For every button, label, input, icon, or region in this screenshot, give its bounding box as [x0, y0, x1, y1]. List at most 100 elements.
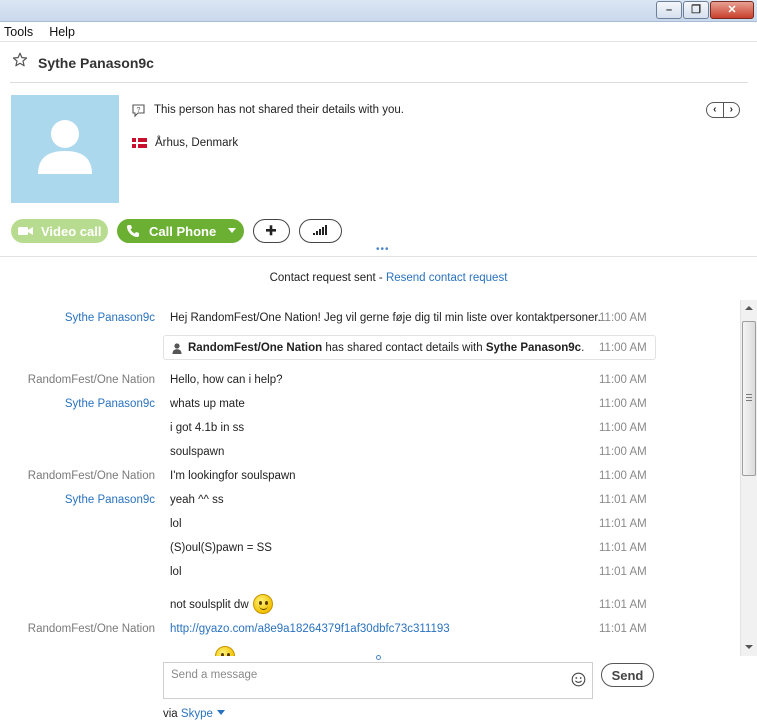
message-body: soulspawn	[170, 446, 225, 458]
section-divider	[0, 256, 757, 257]
request-status-text: Contact request sent -	[269, 272, 386, 284]
close-button[interactable]: ✕	[710, 1, 754, 19]
chevron-down-icon[interactable]	[228, 228, 236, 233]
message-input[interactable]	[171, 669, 561, 681]
header-divider	[10, 82, 748, 83]
profile-navigation: ‹ ›	[706, 102, 740, 118]
message-body: Hej RandomFest/One Nation! Jeg vil gerne…	[170, 312, 601, 324]
message-text: i got 4.1b in ss	[170, 422, 244, 434]
shared-end: .	[581, 342, 585, 354]
emoticon-picker-icon[interactable]	[571, 672, 586, 687]
new-messages-indicator	[376, 655, 381, 660]
message-body: yeah ^^ ss	[170, 494, 224, 506]
message-text: lol	[170, 566, 182, 578]
message-sender[interactable]: Sythe Panason9c	[65, 312, 155, 324]
shared-middle: has shared contact details with	[322, 342, 486, 354]
window-controls: – ❐ ✕	[655, 1, 754, 19]
message-body: not soulsplit dw	[170, 599, 249, 611]
scroll-down-arrow-icon[interactable]	[741, 639, 757, 656]
chat-message: Sythe Panason9c whats up mate 11:00 AM	[0, 394, 740, 414]
person-icon	[172, 343, 182, 354]
chat-message: RandomFest/One Nation I'm lookingfor soul…	[0, 466, 740, 486]
message-time: 11:00 AM	[599, 374, 647, 386]
message-text: yeah ^^ ss	[170, 494, 224, 506]
signal-bars-icon	[313, 225, 327, 235]
close-icon: ✕	[727, 4, 737, 16]
message-time: 11:00 AM	[599, 398, 647, 410]
next-arrow-icon[interactable]: ›	[724, 103, 740, 117]
shared-contact-text: RandomFest/One Nation has shared contact…	[188, 342, 584, 354]
denmark-flag-icon	[132, 138, 147, 148]
via-skype-link[interactable]: Skype	[181, 708, 213, 720]
privacy-info-icon: ?	[132, 104, 145, 118]
video-camera-icon	[18, 227, 33, 235]
menu-tools[interactable]: Tools	[0, 25, 37, 39]
message-body: (S)oul(S)pawn = SS	[170, 542, 272, 554]
message-time: 11:01 AM	[599, 494, 647, 506]
contact-name: Sythe Panason9c	[38, 55, 154, 71]
message-time: 11:00 AM	[599, 312, 647, 324]
send-button[interactable]: Send	[601, 663, 654, 687]
scroll-up-arrow-icon[interactable]	[741, 300, 757, 317]
message-text: whats up mate	[170, 398, 245, 410]
message-text: lol	[170, 518, 182, 530]
window-title-bar: – ❐ ✕	[0, 0, 757, 22]
message-time: 11:01 AM	[599, 599, 647, 611]
message-time: 11:01 AM	[599, 542, 647, 554]
scrollbar-thumb[interactable]	[742, 321, 756, 476]
avatar[interactable]	[11, 95, 119, 203]
shared-contact-notice: RandomFest/One Nation has shared contact…	[163, 335, 656, 360]
message-body: Hello, how can i help?	[170, 374, 283, 386]
chat-message: not soulsplit dw 11:01 AM	[0, 594, 740, 615]
maximize-icon: ❐	[691, 4, 701, 16]
message-body: lol	[170, 518, 182, 530]
resend-request-link[interactable]: Resend contact request	[386, 272, 507, 284]
call-phone-button[interactable]: Call Phone	[117, 219, 244, 243]
chat-message: lol 11:01 AM	[0, 514, 740, 534]
chat-message: RandomFest/One Nation Hello, how can i he…	[0, 370, 740, 390]
chat-history: RandomFest/One Nation has shared contact…	[0, 300, 740, 656]
message-time: 11:00 AM	[599, 446, 647, 458]
message-link[interactable]: http://gyazo.com/a8e9a18264379f1af30dbfc…	[170, 623, 450, 635]
smile-emoji-icon	[252, 594, 273, 614]
smile-emoji-icon	[215, 646, 235, 656]
message-text: http://gyazo.com/a8e9a18264379f1af30dbfc…	[170, 623, 450, 635]
chevron-down-icon[interactable]	[216, 710, 225, 715]
message-text: soulspawn	[170, 446, 224, 458]
message-sender[interactable]: RandomFest/One Nation	[28, 374, 155, 386]
message-sender[interactable]: Sythe Panason9c	[65, 398, 155, 410]
call-quality-button[interactable]	[299, 219, 342, 243]
via-label: via	[163, 708, 181, 720]
minimize-button[interactable]: –	[656, 1, 682, 19]
previous-arrow-icon[interactable]: ‹	[707, 103, 724, 117]
minimize-icon: –	[665, 4, 673, 16]
message-text: (S)oul(S)pawn = SS	[170, 542, 272, 554]
chat-message: (S)oul(S)pawn = SS 11:01 AM	[0, 538, 740, 558]
message-body: I'm lookingfor soulspawn	[170, 470, 296, 482]
maximize-button[interactable]: ❐	[683, 1, 709, 19]
message-sender[interactable]: RandomFest/One Nation	[28, 470, 155, 482]
message-time: 11:01 AM	[599, 518, 647, 530]
chat-scrollbar[interactable]	[740, 300, 757, 656]
message-sender[interactable]: Sythe Panason9c	[65, 494, 155, 506]
message-time: 11:01 AM	[599, 623, 647, 635]
message-time: 11:01 AM	[599, 566, 647, 578]
partial-emoji	[215, 646, 235, 656]
add-to-call-button[interactable]	[253, 219, 290, 243]
message-body: whats up mate	[170, 398, 245, 410]
menu-bar: Tools Help	[0, 22, 757, 42]
default-avatar-icon	[38, 120, 92, 174]
video-call-label: Video call	[41, 223, 102, 239]
message-time: 11:00 AM	[599, 470, 647, 482]
chat-message: Sythe Panason9c yeah ^^ ss 11:01 AM	[0, 490, 740, 510]
message-body: i got 4.1b in ss	[170, 422, 245, 434]
expand-profile-handle[interactable]: •••	[376, 245, 390, 255]
message-text: Hej RandomFest/One Nation! Jeg vil gerne…	[170, 312, 601, 324]
favorite-star-icon[interactable]	[12, 52, 28, 68]
details-notice: This person has not shared their details…	[154, 104, 404, 116]
menu-help[interactable]: Help	[45, 25, 79, 39]
video-call-button[interactable]: Video call	[11, 219, 108, 243]
message-sender[interactable]: RandomFest/One Nation	[28, 623, 155, 635]
grip-icon	[746, 394, 752, 401]
chat-message: lol 11:01 AM	[0, 562, 740, 582]
